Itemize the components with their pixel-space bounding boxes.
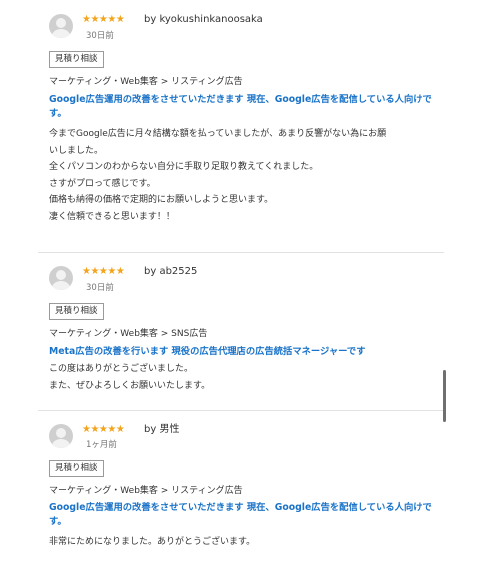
review-line: 価格も納得の価格で定期的にお願いしようと思います。 bbox=[49, 195, 274, 205]
review-line: この度はありがとうございました。 bbox=[49, 364, 194, 374]
estimate-consultation-badge: 見積り相談 bbox=[49, 460, 104, 477]
review-line: また、ぜひよろしくお願いいたします。 bbox=[49, 380, 211, 391]
review-item: ★★★★★ by 男性 1ヶ月前 見積り相談 マーケティング・Web集客 > リ… bbox=[38, 410, 444, 561]
review-line: さすがプロって感じです。 bbox=[49, 178, 156, 189]
review-body: 今までGoogle広告に月々結構な額を払っていましたが、あまり反響がない為にお願… bbox=[49, 126, 444, 225]
review-line: 今までGoogle広告に月々結構な額を払っていましたが、あまり反響がない為にお願 bbox=[49, 129, 387, 139]
review-date: 30日前 bbox=[86, 31, 114, 41]
avatar bbox=[49, 266, 73, 290]
review-item: ★★★★★ by ab2525 30日前 見積り相談 マーケティング・Web集客… bbox=[38, 252, 444, 411]
star-rating: ★★★★★ bbox=[82, 424, 125, 435]
scrollbar-thumb[interactable] bbox=[443, 370, 446, 422]
estimate-consultation-badge: 見積り相談 bbox=[49, 51, 104, 68]
reviewer-name: by kyokushinkanoosaka bbox=[144, 14, 263, 25]
review-list: ★★★★★ by kyokushinkanoosaka 30日前 見積り相談 マ… bbox=[38, 0, 444, 561]
service-title-link[interactable]: Google広告運用の改善をさせていただきます 現在、Google広告を配信して… bbox=[49, 501, 439, 529]
service-title-link[interactable]: Meta広告の改善を行います 現役の広告代理店の広告統括マネージャーです bbox=[49, 345, 439, 359]
review-item: ★★★★★ by kyokushinkanoosaka 30日前 見積り相談 マ… bbox=[38, 0, 444, 253]
review-date: 1ヶ月前 bbox=[86, 440, 117, 450]
reviewer-name: by ab2525 bbox=[144, 266, 198, 277]
star-rating: ★★★★★ bbox=[82, 266, 125, 277]
estimate-consultation-badge: 見積り相談 bbox=[49, 303, 104, 320]
review-body: この度はありがとうございました。 また、ぜひよろしくお願いいたします。 bbox=[49, 361, 444, 394]
review-line: いしました。 bbox=[49, 145, 104, 156]
avatar bbox=[49, 14, 73, 38]
review-line: 全くパソコンのわからない自分に手取り足取り教えてくれました。 bbox=[49, 162, 319, 172]
service-category: マーケティング・Web集客 > リスティング広告 bbox=[49, 77, 243, 87]
avatar bbox=[49, 424, 73, 448]
reviewer-name: by 男性 bbox=[144, 424, 180, 435]
review-date: 30日前 bbox=[86, 283, 114, 293]
review-body: 非常にためになりました。ありがとうございます。 bbox=[49, 534, 444, 551]
service-title-link[interactable]: Google広告運用の改善をさせていただきます 現在、Google広告を配信して… bbox=[49, 93, 439, 121]
review-line: 凄く信頼できると思います！！ bbox=[49, 211, 175, 222]
service-category: マーケティング・Web集客 > リスティング広告 bbox=[49, 486, 243, 496]
review-line: 非常にためになりました。ありがとうございます。 bbox=[49, 537, 256, 547]
star-rating: ★★★★★ bbox=[82, 14, 125, 25]
service-category: マーケティング・Web集客 > SNS広告 bbox=[49, 329, 208, 339]
